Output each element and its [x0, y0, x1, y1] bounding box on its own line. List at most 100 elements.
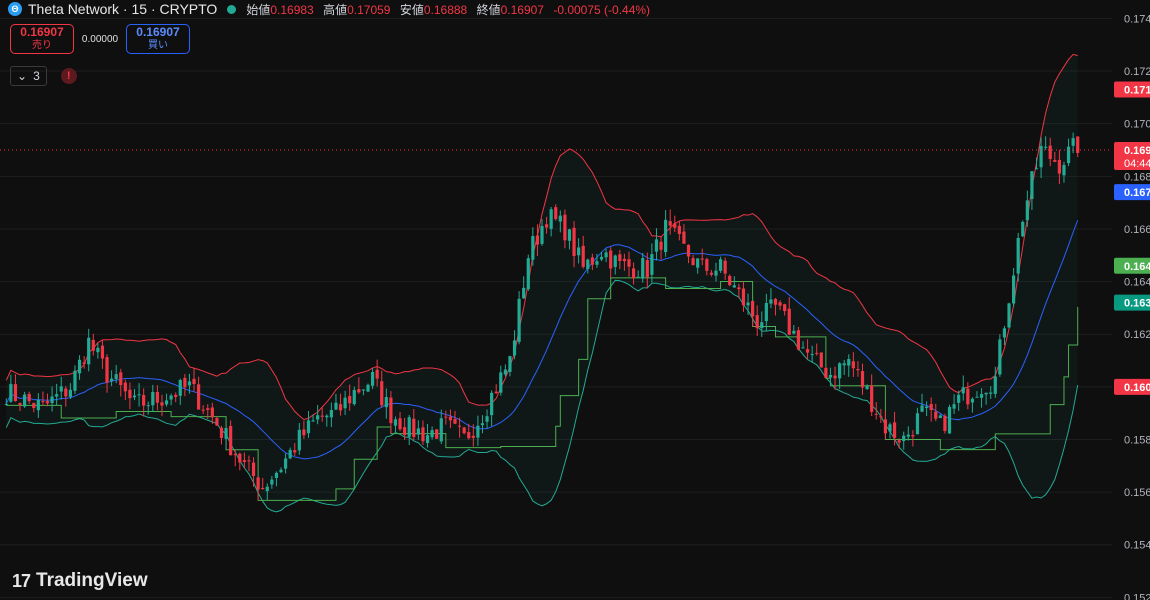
candle-body: [696, 258, 700, 268]
candle: [238, 452, 242, 471]
candle-body: [1066, 146, 1071, 164]
candle: [888, 422, 892, 439]
price-label-text: 0.163: [1124, 298, 1150, 310]
candle-body: [677, 225, 681, 234]
candle-body: [233, 454, 237, 456]
candle-body: [508, 356, 512, 372]
candle: [1012, 267, 1016, 307]
indicators-toggle[interactable]: ⌄ 3: [10, 66, 47, 86]
candle-body: [998, 339, 1002, 375]
candle-body: [398, 418, 402, 430]
candle-body: [494, 391, 498, 394]
candle-body: [751, 300, 755, 317]
candle-body: [45, 401, 50, 404]
candle-body: [874, 413, 878, 415]
candle-body: [1044, 146, 1048, 148]
candle-body: [375, 369, 379, 379]
candle-body: [91, 339, 95, 351]
candle-body: [668, 221, 672, 226]
candle-body: [77, 359, 82, 374]
candle-body: [947, 406, 952, 434]
indicator-row: ⌄ 3 !: [10, 66, 77, 86]
candle-body: [187, 381, 192, 386]
warning-icon[interactable]: !: [60, 68, 77, 84]
candle-body: [471, 435, 475, 438]
candle-body: [23, 394, 27, 407]
candle-body: [453, 419, 457, 424]
candle-body: [146, 405, 150, 407]
candle-body: [526, 258, 530, 290]
candle: [499, 365, 503, 396]
candle-body: [709, 272, 714, 275]
candle-body: [206, 408, 210, 410]
candle-body: [18, 403, 22, 405]
candle-body: [27, 394, 31, 402]
y-tick-label: 0.162: [1124, 329, 1150, 341]
y-tick-label: 0.172: [1124, 66, 1150, 78]
candle-body: [142, 395, 146, 406]
candle-body: [760, 322, 764, 329]
candle-body: [109, 378, 114, 382]
candle-body: [517, 298, 521, 342]
candle-body: [279, 469, 283, 473]
sell-button[interactable]: 0.16907 売り: [10, 24, 74, 54]
buy-button[interactable]: 0.16907 買い: [126, 24, 190, 54]
candle-body: [920, 405, 924, 412]
candle: [947, 404, 952, 434]
candle: [943, 413, 947, 434]
candle: [824, 366, 828, 379]
candle-body: [201, 409, 205, 411]
candle: [728, 274, 732, 287]
candle-body: [783, 304, 787, 312]
candle-body: [293, 450, 297, 453]
candle-body: [164, 400, 169, 405]
candle-body: [938, 415, 942, 418]
candle-body: [984, 392, 988, 395]
candle-body: [613, 255, 617, 267]
band-area: [6, 54, 1078, 512]
y-tick-label: 0.170: [1124, 119, 1150, 131]
candle-body: [586, 259, 590, 269]
price-label: 0.171: [1114, 81, 1150, 98]
spread-value: 0.00000: [81, 33, 119, 45]
price-label-text: 0.164: [1124, 261, 1150, 273]
candle-body: [490, 392, 494, 416]
candle-body: [119, 372, 123, 386]
candle-body: [595, 261, 599, 265]
tradingview-logo[interactable]: 17 TradingView: [12, 570, 148, 592]
candle-body: [737, 287, 741, 290]
candle-body: [1062, 164, 1066, 176]
candle-body: [407, 417, 411, 437]
candle-body: [512, 340, 517, 356]
candle-body: [256, 477, 260, 490]
candle: [664, 210, 668, 257]
candle-body: [1012, 275, 1016, 304]
candle-body: [636, 276, 640, 278]
price-chart[interactable]: 0.174 0.172 0.170 0.168 0.166 0.164 0.162 0.160…: [0, 0, 1150, 600]
candle-body: [718, 259, 723, 271]
candle: [462, 426, 466, 435]
candle-body: [860, 371, 865, 388]
candle-body: [485, 416, 489, 422]
chevron-down-icon: ⌄: [17, 69, 28, 83]
candle-body: [673, 223, 677, 228]
y-tick-label: 0.164: [1124, 277, 1150, 289]
candle-body: [160, 402, 164, 406]
candle-body: [892, 422, 897, 438]
candle-body: [503, 369, 507, 375]
symbol-header: Θ Theta Network · 15 · CRYPTO 始値0.16983 …: [8, 0, 656, 18]
candle-body: [210, 407, 214, 418]
candle-body: [961, 387, 965, 394]
candle-body: [123, 382, 127, 392]
candle-body: [1057, 159, 1061, 174]
candle-body: [169, 395, 173, 400]
candle-body: [219, 427, 224, 438]
price-label-text: 0.167: [1124, 187, 1150, 199]
symbol-title[interactable]: Theta Network · 15 · CRYPTO: [28, 1, 217, 17]
candle-body: [567, 229, 572, 241]
candle-body: [457, 425, 462, 427]
candle-body: [352, 390, 356, 405]
candle-body: [787, 308, 791, 335]
candle-body: [435, 429, 439, 439]
candle-body: [137, 394, 141, 396]
